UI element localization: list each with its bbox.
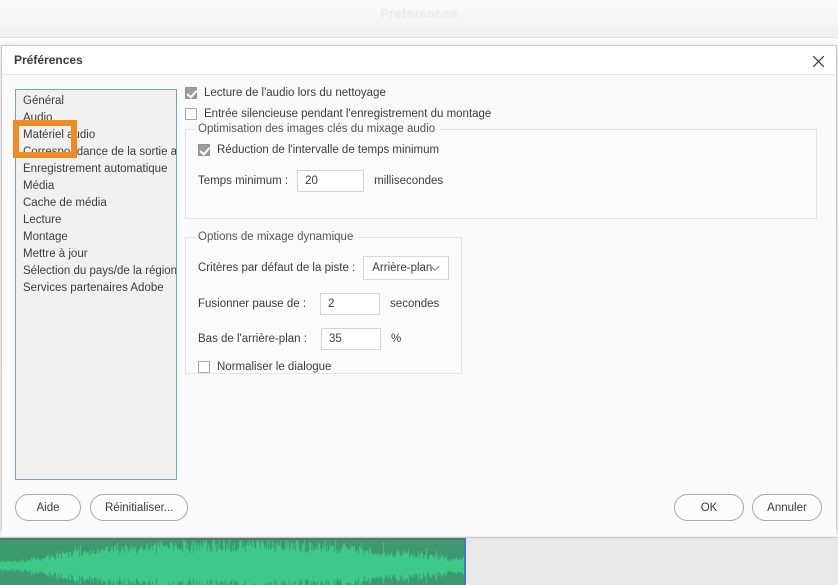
ok-button[interactable]: OK [674,494,744,521]
dialog-footer: Aide Réinitialiser... OK Annuler [2,480,836,536]
group-keyframe-optimization: Optimisation des images clés du mixage a… [185,129,817,219]
sidebar-item-playback[interactable]: Lecture [16,212,176,229]
background-window-title: Preferences [0,6,838,21]
checkbox-mute-input[interactable] [185,108,197,120]
preferences-category-list[interactable]: Général Audio Matériel audio Corresponda… [15,89,177,480]
footer-action-buttons: OK Annuler [592,480,822,536]
checkbox-reduce-interval-label: Réduction de l'intervalle de temps minim… [217,144,439,156]
dialog-title: Préférences [14,53,83,67]
checkbox-reduce-interval[interactable] [198,144,210,156]
background-low-unit-label: % [391,333,401,345]
sidebar-item-country-region[interactable]: Sélection du pays/de la région [16,263,176,280]
merge-pause-label: Fusionner pause de : [198,298,306,310]
field-row-min-time: Temps minimum : millisecondes [198,170,804,192]
dialog-body: Général Audio Matériel audio Corresponda… [2,75,836,480]
audio-waveform [0,540,466,585]
track-criteria-value: Arrière-plan [372,262,432,274]
sidebar-item-media[interactable]: Média [16,178,176,195]
checkbox-row-mute-input[interactable]: Entrée silencieuse pendant l'enregistrem… [185,108,818,120]
timeline-empty-area [468,538,838,585]
help-button[interactable]: Aide [15,494,81,521]
merge-pause-input[interactable] [320,293,380,315]
group-dynamic-mixing-options: Options de mixage dynamique Critères par… [185,237,462,374]
checkbox-playback-scrub-label: Lecture de l'audio lors du nettoyage [204,87,386,99]
reset-button[interactable]: Réinitialiser... [90,494,188,521]
sidebar-item-audio-output-mapping[interactable]: Correspondance de la sortie audio [16,144,176,161]
checkbox-mute-input-label: Entrée silencieuse pendant l'enregistrem… [204,108,491,120]
background-low-input[interactable] [321,328,381,350]
dialog-titlebar: Préférences [2,46,836,75]
preferences-sidebar: Général Audio Matériel audio Corresponda… [2,75,180,480]
track-criteria-label: Critères par défaut de la piste : [198,262,355,274]
checkbox-playback-scrub[interactable] [185,87,197,99]
cancel-button[interactable]: Annuler [752,494,822,521]
field-row-background-low: Bas de l'arrière-plan : % [198,328,449,350]
sidebar-item-adobe-partner-services[interactable]: Services partenaires Adobe [16,280,176,297]
group-dynamic-title: Options de mixage dynamique [195,231,358,243]
chevron-down-icon [430,259,440,277]
checkbox-row-normalize-dialogue[interactable]: Normaliser le dialogue [198,361,449,373]
min-time-unit-label: millisecondes [374,175,443,187]
min-time-input[interactable] [297,170,364,192]
sidebar-item-auto-save[interactable]: Enregistrement automatique [16,161,176,178]
timeline-strip [0,537,838,584]
sidebar-item-timeline[interactable]: Montage [16,229,176,246]
sidebar-item-audio[interactable]: Audio [16,110,176,127]
checkbox-row-reduce-interval[interactable]: Réduction de l'intervalle de temps minim… [198,144,804,156]
sidebar-item-media-cache[interactable]: Cache de média [16,195,176,212]
min-time-label: Temps minimum : [198,175,288,187]
merge-pause-unit-label: secondes [390,298,439,310]
checkbox-normalize-dialogue[interactable] [198,361,210,373]
track-criteria-dropdown[interactable]: Arrière-plan [363,256,449,280]
field-row-merge-pause: Fusionner pause de : secondes [198,293,449,315]
checkbox-row-playback-scrub[interactable]: Lecture de l'audio lors du nettoyage [185,87,818,99]
sidebar-item-update[interactable]: Mettre à jour [16,246,176,263]
close-icon[interactable] [806,49,830,73]
audio-clip[interactable] [0,538,466,585]
sidebar-item-audio-hardware[interactable]: Matériel audio [16,127,176,144]
preferences-dialog: Préférences Général Audio Matériel audio… [1,45,837,530]
background-low-label: Bas de l'arrière-plan : [198,333,307,345]
checkbox-normalize-dialogue-label: Normaliser le dialogue [217,361,331,373]
background-window-titlebar: Preferences [0,0,838,38]
audio-settings-pane: Lecture de l'audio lors du nettoyage Ent… [180,75,836,480]
sidebar-item-general[interactable]: Général [16,93,176,110]
field-row-track-criteria: Critères par défaut de la piste : Arrièr… [198,256,449,280]
group-keyframe-title: Optimisation des images clés du mixage a… [195,123,440,135]
